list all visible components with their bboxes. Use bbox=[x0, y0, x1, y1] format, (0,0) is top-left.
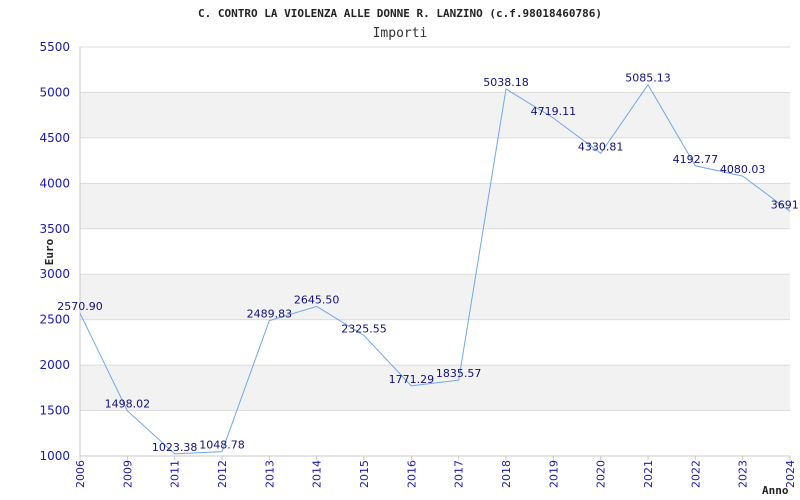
data-label: 1771.29 bbox=[389, 373, 435, 386]
data-label: 1835.57 bbox=[436, 367, 482, 380]
y-tick-label: 3500 bbox=[39, 222, 70, 236]
x-tick-label: 2022 bbox=[689, 460, 702, 488]
x-tick-label: 2013 bbox=[263, 460, 276, 488]
data-label: 2489.83 bbox=[247, 308, 293, 321]
x-tick-label: 2023 bbox=[737, 460, 750, 488]
x-tick-label: 2017 bbox=[453, 460, 466, 488]
x-tick-label: 2011 bbox=[169, 460, 182, 488]
data-label: 4330.81 bbox=[578, 140, 624, 153]
x-tick-label: 2015 bbox=[358, 460, 371, 488]
x-tick-label: 2021 bbox=[642, 460, 655, 488]
grid-band bbox=[80, 183, 790, 229]
y-tick-label: 5500 bbox=[39, 40, 70, 54]
data-label: 5085.13 bbox=[625, 72, 671, 85]
data-label: 4719.11 bbox=[531, 105, 577, 118]
data-label: 2570.90 bbox=[57, 300, 103, 313]
x-tick-label: 2014 bbox=[311, 460, 324, 488]
y-axis-label: Euro bbox=[43, 238, 56, 265]
chart-subtitle: Importi bbox=[373, 26, 428, 41]
grid-band bbox=[80, 274, 790, 320]
x-tick-label: 2018 bbox=[500, 460, 513, 488]
x-tick-label: 2020 bbox=[595, 460, 608, 488]
y-tick-label: 1000 bbox=[39, 449, 70, 463]
data-label: 2325.55 bbox=[341, 323, 387, 336]
y-tick-label: 4000 bbox=[39, 176, 70, 190]
data-label: 4080.03 bbox=[720, 163, 766, 176]
x-tick-label: 2019 bbox=[547, 460, 560, 488]
line-chart: 1000 1500 2000 2500 3000 3500 4000 4500 5000 5500… bbox=[39, 7, 800, 497]
y-tick-label: 2500 bbox=[39, 313, 70, 327]
y-tick-label: 1500 bbox=[39, 404, 70, 418]
y-tick-label: 3000 bbox=[39, 267, 70, 281]
x-axis-label: Anno bbox=[762, 484, 789, 497]
data-label: 4192.77 bbox=[673, 153, 719, 166]
data-label: 5038.18 bbox=[483, 76, 529, 89]
data-label: 1498.02 bbox=[105, 398, 151, 411]
data-label: 1048.78 bbox=[199, 439, 245, 452]
grid-band bbox=[80, 92, 790, 138]
data-label: 2645.50 bbox=[294, 293, 340, 306]
data-label: 1023.38 bbox=[152, 441, 198, 454]
grid-bands bbox=[80, 92, 790, 411]
x-tick-label: 2012 bbox=[216, 460, 229, 488]
chart-title: C. CONTRO LA VIOLENZA ALLE DONNE R. LANZ… bbox=[198, 7, 602, 20]
x-tick-label: 2009 bbox=[121, 460, 134, 488]
y-tick-label: 4500 bbox=[39, 131, 70, 145]
x-tick-label: 2006 bbox=[74, 460, 87, 488]
x-tick-labels: 2006 2009 2011 2012 2013 2014 2015 2016 2017 2018… bbox=[74, 456, 797, 488]
x-tick-label: 2016 bbox=[405, 460, 418, 488]
data-label: 3691.6 bbox=[771, 198, 800, 211]
y-tick-label: 2000 bbox=[39, 358, 70, 372]
y-tick-label: 5000 bbox=[39, 85, 70, 99]
